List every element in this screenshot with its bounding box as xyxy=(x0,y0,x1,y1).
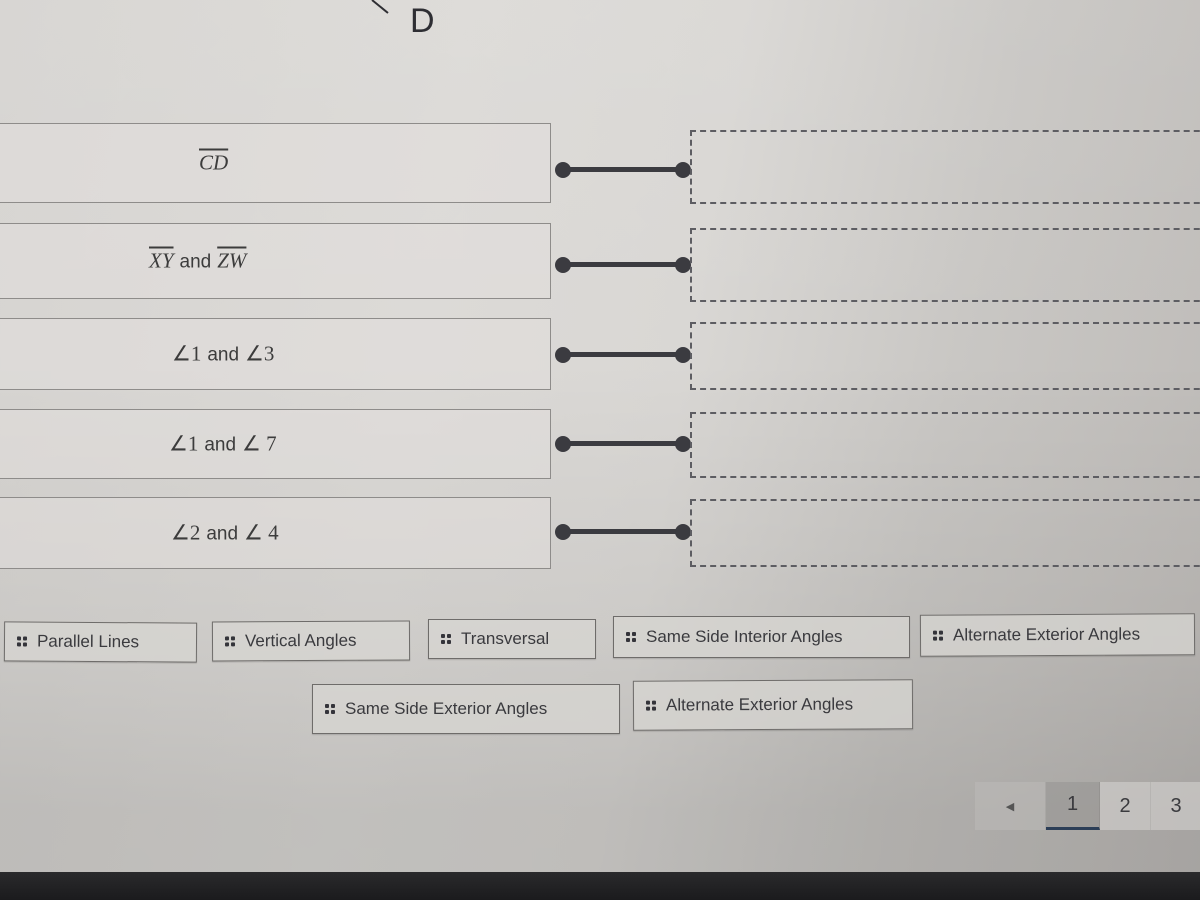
chip-label: Vertical Angles xyxy=(244,630,357,651)
connector xyxy=(553,160,693,180)
connector-dot xyxy=(675,347,691,363)
prompt-cd: CD xyxy=(0,123,551,203)
prompt-text: ∠1 and ∠ 7 xyxy=(169,432,277,457)
connector-bar xyxy=(563,167,683,172)
chip-vertical-angles[interactable]: Vertical Angles xyxy=(211,620,411,662)
chip-alternate-exterior-angles-2[interactable]: Alternate Exterior Angles xyxy=(632,679,914,731)
chip-transversal[interactable]: Transversal xyxy=(428,619,596,659)
pagination: ◀ 1 2 3 xyxy=(975,782,1200,830)
conjunction: and xyxy=(204,434,237,456)
drop-zone-angle-1-7[interactable] xyxy=(690,412,1200,478)
drag-grip-icon xyxy=(626,632,636,642)
connector xyxy=(553,255,693,275)
page-1-button[interactable]: 1 xyxy=(1046,782,1100,830)
drop-zone-cd[interactable] xyxy=(690,130,1200,204)
prompt-angle-1-7: ∠1 and ∠ 7 xyxy=(0,409,551,479)
angle-7: ∠ 7 xyxy=(242,431,277,456)
prompt-text: CD xyxy=(199,151,228,176)
chip-label: Same Side Interior Angles xyxy=(646,627,843,646)
connector xyxy=(553,434,693,454)
connector-dot xyxy=(555,436,571,452)
connector-dot xyxy=(555,257,571,273)
drop-zone-xy-zw[interactable] xyxy=(690,228,1200,302)
drop-zone-angle-1-3[interactable] xyxy=(690,322,1200,390)
drop-zone-angle-2-4[interactable] xyxy=(690,499,1200,567)
monitor-bezel xyxy=(0,872,1200,900)
prompt-angle-2-4: ∠2 and ∠ 4 xyxy=(0,497,551,569)
segment-zw: ZW xyxy=(217,248,247,273)
angle-2: ∠2 xyxy=(171,520,201,545)
caret-left-icon: ◀ xyxy=(1005,800,1015,813)
connector-dot xyxy=(675,436,691,452)
segment-xy: XY xyxy=(149,248,174,273)
chip-label: Transversal xyxy=(461,629,550,648)
angle-1: ∠1 xyxy=(169,431,199,456)
conjunction: and xyxy=(206,523,239,545)
word-bank: Parallel Lines Vertical Angles Transvers… xyxy=(0,580,1200,760)
connector-dot xyxy=(555,347,571,363)
prompt-xy-zw: XY and ZW xyxy=(0,223,551,299)
connector-dot xyxy=(675,257,691,273)
chip-label: Alternate Exterior Angles xyxy=(952,624,1141,645)
diagram-point-label: D xyxy=(410,2,435,40)
segment-cd: CD xyxy=(199,150,229,175)
chip-alternate-exterior-angles[interactable]: Alternate Exterior Angles xyxy=(919,613,1196,657)
connector-bar xyxy=(563,441,683,446)
connector xyxy=(553,345,693,365)
conjunction: and xyxy=(179,251,212,273)
angle-3: ∠3 xyxy=(245,341,275,366)
connector xyxy=(553,522,693,542)
prev-page-button[interactable]: ◀ xyxy=(975,782,1046,830)
chip-same-side-interior-angles[interactable]: Same Side Interior Angles xyxy=(613,616,910,658)
connector-dot xyxy=(555,524,571,540)
chip-same-side-exterior-angles[interactable]: Same Side Exterior Angles xyxy=(312,684,620,734)
connector-dot xyxy=(675,524,691,540)
connector-dot xyxy=(675,162,691,178)
page-2-button[interactable]: 2 xyxy=(1100,782,1151,830)
prompt-text: XY and ZW xyxy=(149,249,246,274)
angle-1: ∠1 xyxy=(172,341,202,366)
page-3-button[interactable]: 3 xyxy=(1151,782,1200,830)
drag-grip-icon xyxy=(441,634,451,644)
drag-grip-icon xyxy=(932,630,944,641)
drag-grip-icon xyxy=(16,636,28,647)
chip-label: Same Side Exterior Angles xyxy=(345,699,548,718)
drag-grip-icon xyxy=(325,704,335,714)
chip-label: Parallel Lines xyxy=(36,631,140,652)
conjunction: and xyxy=(207,344,240,366)
connector-dot xyxy=(555,162,571,178)
prompt-angle-1-3: ∠1 and ∠3 xyxy=(0,318,551,390)
drag-grip-icon xyxy=(224,636,236,647)
connector-bar xyxy=(563,529,683,534)
connector-bar xyxy=(563,352,683,357)
connector-bar xyxy=(563,262,683,267)
drag-grip-icon xyxy=(645,700,657,711)
prompt-text: ∠1 and ∠3 xyxy=(172,342,274,367)
angle-4: ∠ 4 xyxy=(244,520,279,545)
chip-parallel-lines[interactable]: Parallel Lines xyxy=(3,621,198,663)
prompt-text: ∠2 and ∠ 4 xyxy=(171,521,279,546)
chip-label: Alternate Exterior Angles xyxy=(665,694,854,715)
